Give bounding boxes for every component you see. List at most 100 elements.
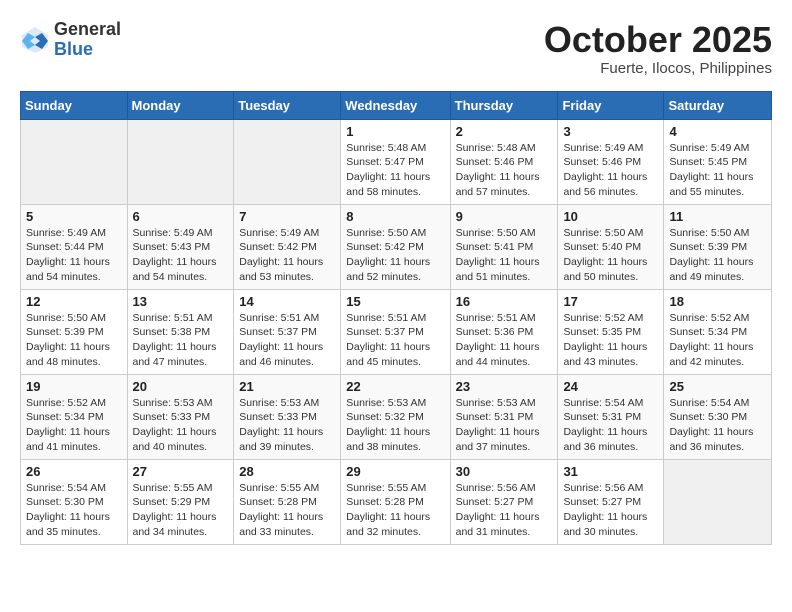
day-number: 28 xyxy=(239,464,335,479)
calendar-cell: 10Sunrise: 5:50 AMSunset: 5:40 PMDayligh… xyxy=(558,204,664,289)
day-number: 19 xyxy=(26,379,122,394)
day-info: Sunrise: 5:51 AMSunset: 5:36 PMDaylight:… xyxy=(456,311,553,370)
calendar-cell: 12 Sunrise: 5:50 AMSunset: 5:39 PMDayligh… xyxy=(21,289,128,374)
day-info: Sunrise: 5:50 AMSunset: 5:40 PMDaylight:… xyxy=(563,226,658,285)
day-number: 5 xyxy=(26,209,122,224)
calendar-cell: 30 Sunrise: 5:56 AMSunset: 5:27 PMDayligh… xyxy=(450,459,558,544)
day-number: 17 xyxy=(563,294,658,309)
day-info: Sunrise: 5:49 AMSunset: 5:43 PMDaylight:… xyxy=(133,226,229,285)
day-info: Sunrise: 5:54 AMSunset: 5:31 PMDaylight:… xyxy=(563,396,658,455)
calendar-cell: 9Sunrise: 5:50 AMSunset: 5:41 PMDaylight… xyxy=(450,204,558,289)
logo-blue: Blue xyxy=(54,40,121,60)
day-info: Sunrise: 5:53 AMSunset: 5:31 PMDaylight:… xyxy=(456,396,553,455)
day-info: Sunrise: 5:51 AMSunset: 5:38 PMDaylight:… xyxy=(133,311,229,370)
logo-text: General Blue xyxy=(54,20,121,60)
calendar-cell: 8Sunrise: 5:50 AMSunset: 5:42 PMDaylight… xyxy=(341,204,450,289)
day-info: Sunrise: 5:53 AMSunset: 5:33 PMDaylight:… xyxy=(239,396,335,455)
calendar-cell: 4Sunrise: 5:49 AMSunset: 5:45 PMDaylight… xyxy=(664,119,772,204)
page: General Blue October 2025 Fuerte, Ilocos… xyxy=(0,0,792,555)
week-row-2: 5 Sunrise: 5:49 AMSunset: 5:44 PMDaylight… xyxy=(21,204,772,289)
calendar-cell: 28 Sunrise: 5:55 AMSunset: 5:28 PMDayligh… xyxy=(234,459,341,544)
calendar-cell: 13Sunrise: 5:51 AMSunset: 5:38 PMDayligh… xyxy=(127,289,234,374)
day-info: Sunrise: 5:53 AMSunset: 5:32 PMDaylight:… xyxy=(346,396,444,455)
day-info: Sunrise: 5:48 AMSunset: 5:46 PMDaylight:… xyxy=(456,141,553,200)
day-info: Sunrise: 5:50 AMSunset: 5:39 PMDaylight:… xyxy=(26,311,122,370)
calendar-cell: 22 Sunrise: 5:53 AMSunset: 5:32 PMDayligh… xyxy=(341,374,450,459)
logo-general: General xyxy=(54,20,121,40)
week-row-3: 12 Sunrise: 5:50 AMSunset: 5:39 PMDayligh… xyxy=(21,289,772,374)
day-number: 16 xyxy=(456,294,553,309)
calendar-cell: 24 Sunrise: 5:54 AMSunset: 5:31 PMDayligh… xyxy=(558,374,664,459)
calendar-cell: 19Sunrise: 5:52 AMSunset: 5:34 PMDayligh… xyxy=(21,374,128,459)
day-info: Sunrise: 5:48 AMSunset: 5:47 PMDaylight:… xyxy=(346,141,444,200)
day-info: Sunrise: 5:56 AMSunset: 5:27 PMDaylight:… xyxy=(456,481,553,540)
calendar-cell: 1 Sunrise: 5:48 AMSunset: 5:47 PMDaylight… xyxy=(341,119,450,204)
day-info: Sunrise: 5:56 AMSunset: 5:27 PMDaylight:… xyxy=(563,481,658,540)
calendar-cell: 7 Sunrise: 5:49 AMSunset: 5:42 PMDaylight… xyxy=(234,204,341,289)
calendar-cell: 31 Sunrise: 5:56 AMSunset: 5:27 PMDayligh… xyxy=(558,459,664,544)
calendar-cell xyxy=(234,119,341,204)
calendar-cell: 25 Sunrise: 5:54 AMSunset: 5:30 PMDayligh… xyxy=(664,374,772,459)
calendar-cell xyxy=(21,119,128,204)
calendar-cell: 29Sunrise: 5:55 AMSunset: 5:28 PMDayligh… xyxy=(341,459,450,544)
calendar-cell: 20 Sunrise: 5:53 AMSunset: 5:33 PMDayligh… xyxy=(127,374,234,459)
month-title: October 2025 xyxy=(544,20,772,60)
day-number: 7 xyxy=(239,209,335,224)
logo-icon xyxy=(20,25,50,55)
calendar-cell: 17Sunrise: 5:52 AMSunset: 5:35 PMDayligh… xyxy=(558,289,664,374)
calendar-cell: 16 Sunrise: 5:51 AMSunset: 5:36 PMDayligh… xyxy=(450,289,558,374)
day-number: 18 xyxy=(669,294,766,309)
day-info: Sunrise: 5:49 AMSunset: 5:44 PMDaylight:… xyxy=(26,226,122,285)
day-number: 2 xyxy=(456,124,553,139)
day-number: 21 xyxy=(239,379,335,394)
day-number: 25 xyxy=(669,379,766,394)
weekday-header-friday: Friday xyxy=(558,91,664,119)
calendar-cell: 26 Sunrise: 5:54 AMSunset: 5:30 PMDayligh… xyxy=(21,459,128,544)
logo: General Blue xyxy=(20,20,121,60)
day-number: 30 xyxy=(456,464,553,479)
day-number: 20 xyxy=(133,379,229,394)
day-info: Sunrise: 5:55 AMSunset: 5:28 PMDaylight:… xyxy=(346,481,444,540)
day-number: 22 xyxy=(346,379,444,394)
day-number: 1 xyxy=(346,124,444,139)
calendar: SundayMondayTuesdayWednesdayThursdayFrid… xyxy=(20,91,772,545)
title-area: October 2025 Fuerte, Ilocos, Philippines xyxy=(544,20,772,77)
day-info: Sunrise: 5:53 AMSunset: 5:33 PMDaylight:… xyxy=(133,396,229,455)
calendar-cell xyxy=(127,119,234,204)
day-number: 31 xyxy=(563,464,658,479)
weekday-header-monday: Monday xyxy=(127,91,234,119)
calendar-cell xyxy=(664,459,772,544)
calendar-cell: 15 Sunrise: 5:51 AMSunset: 5:37 PMDayligh… xyxy=(341,289,450,374)
day-info: Sunrise: 5:51 AMSunset: 5:37 PMDaylight:… xyxy=(239,311,335,370)
location-subtitle: Fuerte, Ilocos, Philippines xyxy=(544,60,772,77)
day-number: 23 xyxy=(456,379,553,394)
calendar-cell: 3Sunrise: 5:49 AMSunset: 5:46 PMDaylight… xyxy=(558,119,664,204)
day-info: Sunrise: 5:54 AMSunset: 5:30 PMDaylight:… xyxy=(26,481,122,540)
day-info: Sunrise: 5:52 AMSunset: 5:34 PMDaylight:… xyxy=(669,311,766,370)
day-info: Sunrise: 5:49 AMSunset: 5:46 PMDaylight:… xyxy=(563,141,658,200)
calendar-cell: 6 Sunrise: 5:49 AMSunset: 5:43 PMDaylight… xyxy=(127,204,234,289)
day-info: Sunrise: 5:51 AMSunset: 5:37 PMDaylight:… xyxy=(346,311,444,370)
day-info: Sunrise: 5:54 AMSunset: 5:30 PMDaylight:… xyxy=(669,396,766,455)
day-number: 9 xyxy=(456,209,553,224)
calendar-cell: 2 Sunrise: 5:48 AMSunset: 5:46 PMDaylight… xyxy=(450,119,558,204)
day-number: 12 xyxy=(26,294,122,309)
day-number: 24 xyxy=(563,379,658,394)
day-number: 26 xyxy=(26,464,122,479)
weekday-header-row: SundayMondayTuesdayWednesdayThursdayFrid… xyxy=(21,91,772,119)
calendar-cell: 23 Sunrise: 5:53 AMSunset: 5:31 PMDayligh… xyxy=(450,374,558,459)
day-number: 27 xyxy=(133,464,229,479)
day-info: Sunrise: 5:50 AMSunset: 5:42 PMDaylight:… xyxy=(346,226,444,285)
day-info: Sunrise: 5:50 AMSunset: 5:39 PMDaylight:… xyxy=(669,226,766,285)
day-info: Sunrise: 5:49 AMSunset: 5:42 PMDaylight:… xyxy=(239,226,335,285)
day-info: Sunrise: 5:49 AMSunset: 5:45 PMDaylight:… xyxy=(669,141,766,200)
weekday-header-wednesday: Wednesday xyxy=(341,91,450,119)
header: General Blue October 2025 Fuerte, Ilocos… xyxy=(20,20,772,77)
day-info: Sunrise: 5:55 AMSunset: 5:28 PMDaylight:… xyxy=(239,481,335,540)
day-number: 11 xyxy=(669,209,766,224)
day-info: Sunrise: 5:55 AMSunset: 5:29 PMDaylight:… xyxy=(133,481,229,540)
day-number: 15 xyxy=(346,294,444,309)
week-row-4: 19Sunrise: 5:52 AMSunset: 5:34 PMDayligh… xyxy=(21,374,772,459)
day-number: 6 xyxy=(133,209,229,224)
weekday-header-sunday: Sunday xyxy=(21,91,128,119)
